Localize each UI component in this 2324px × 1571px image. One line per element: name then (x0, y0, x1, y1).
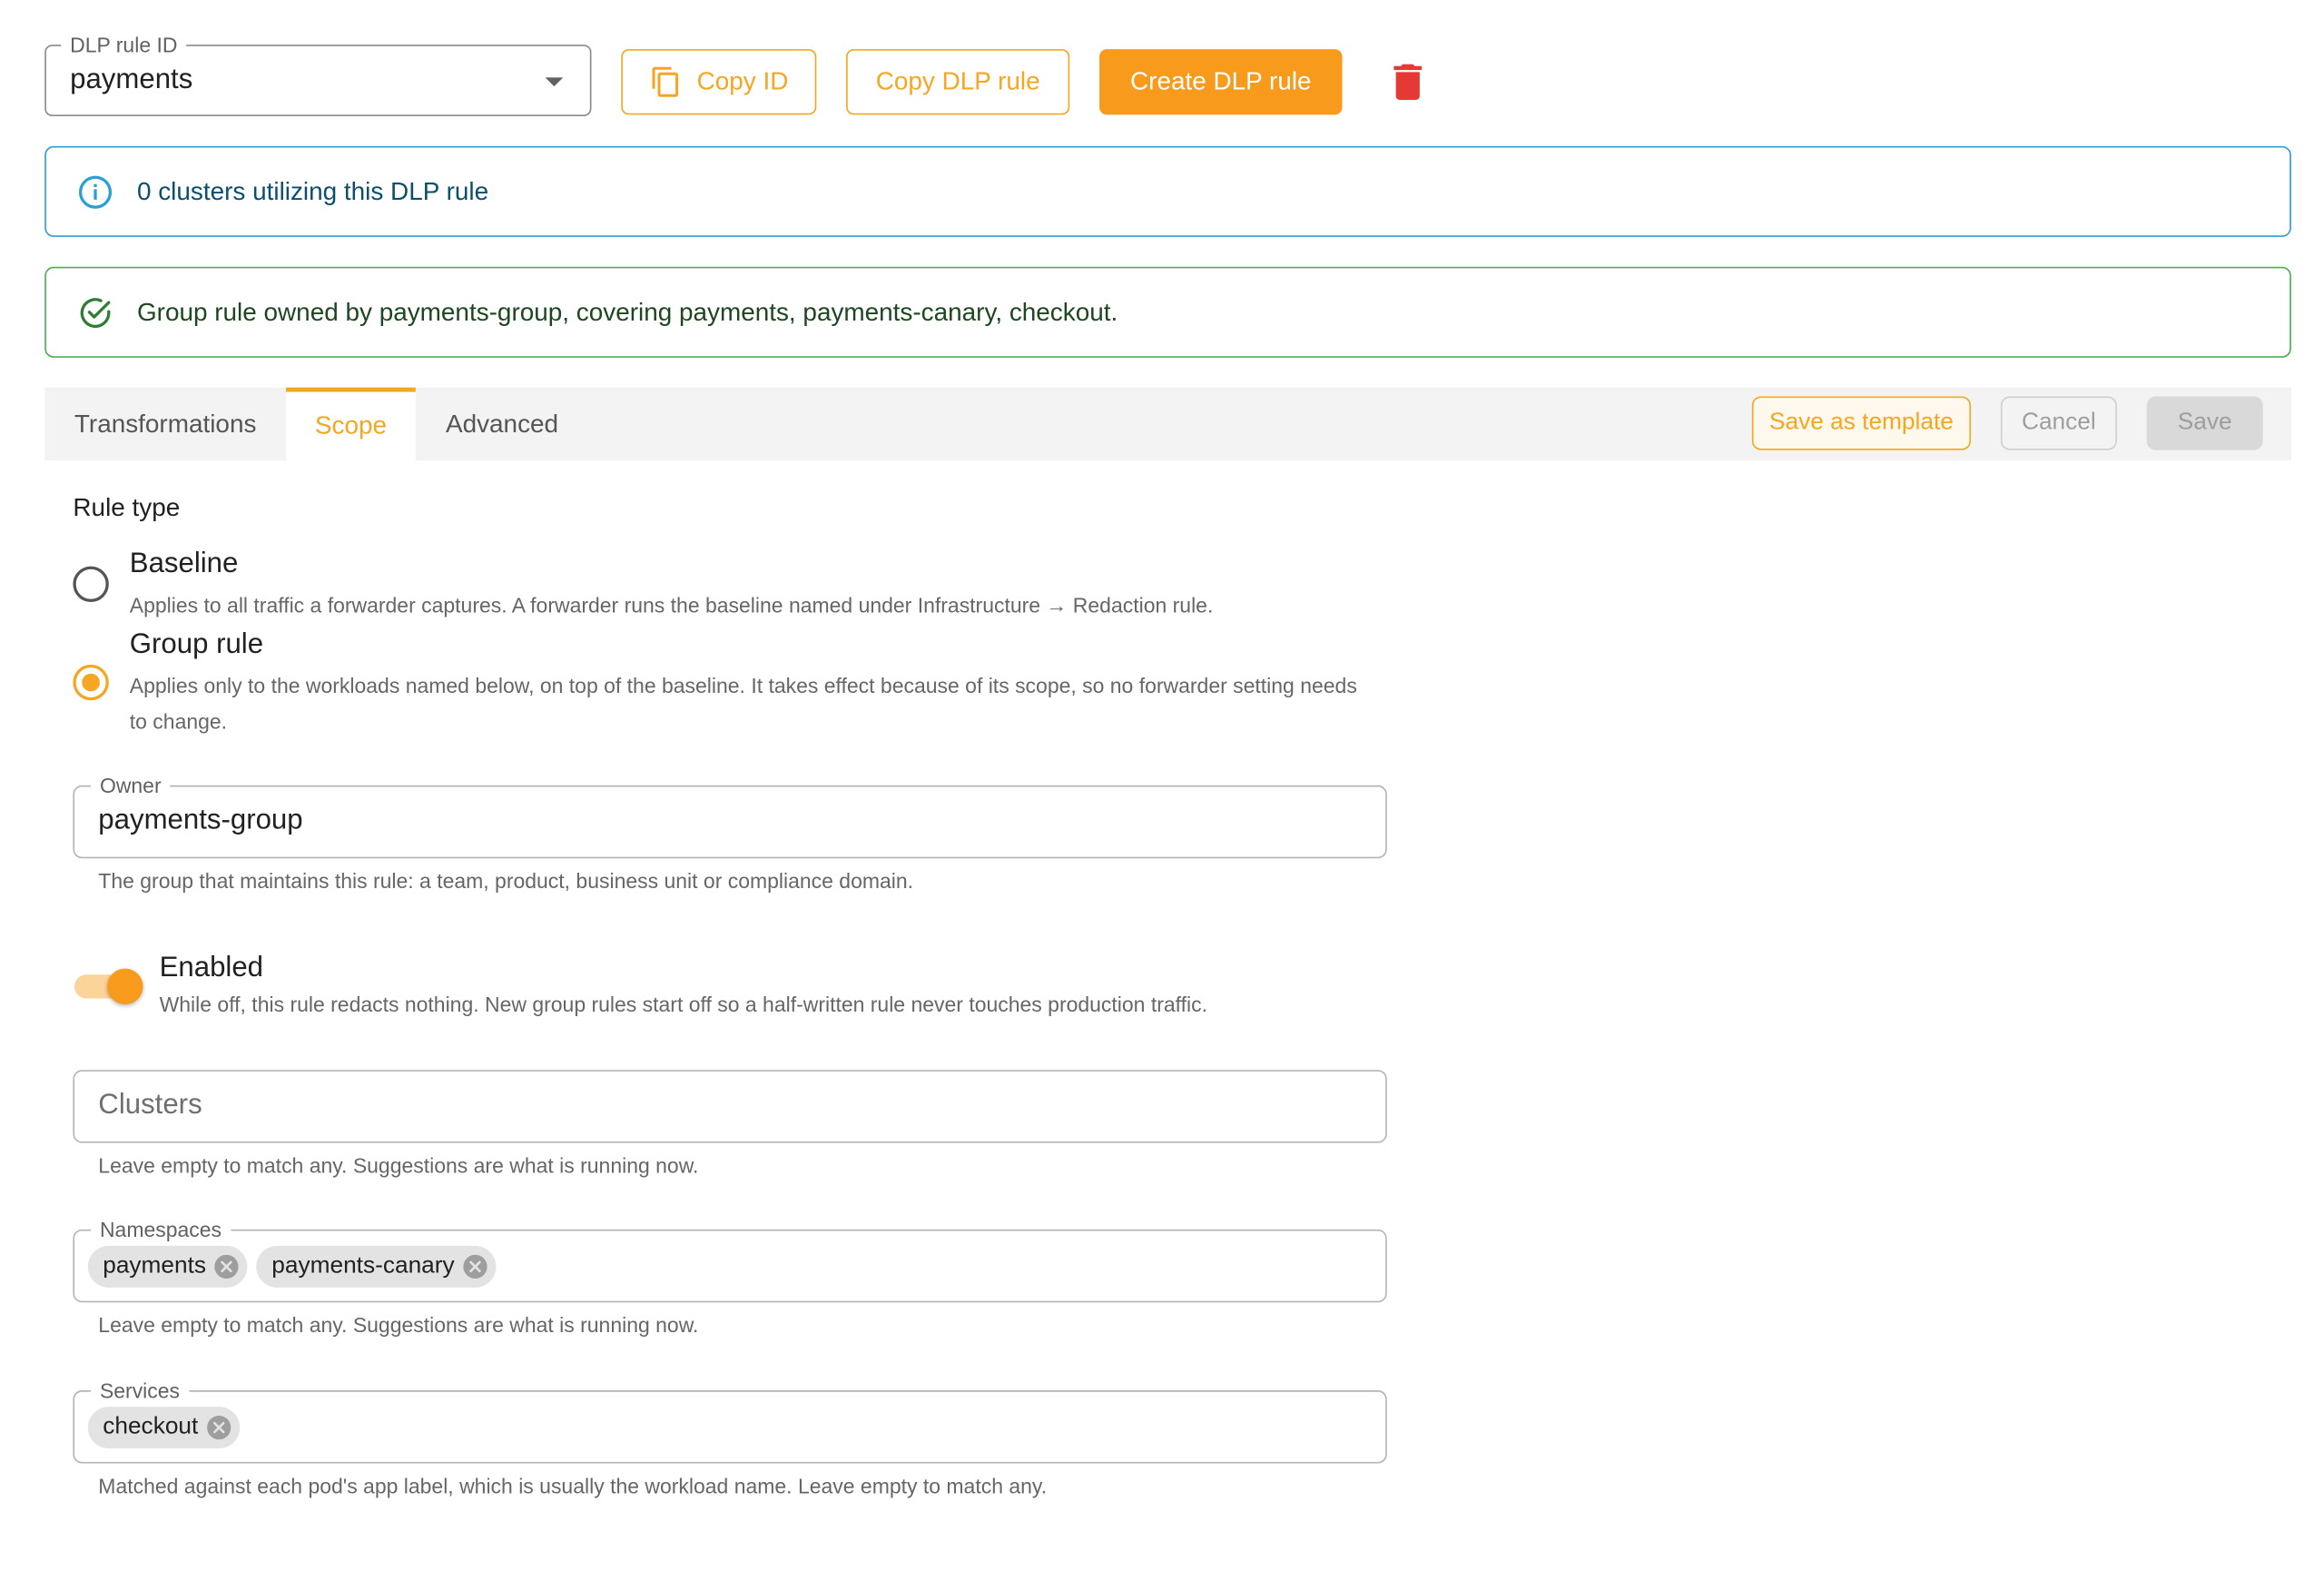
copy-id-button[interactable]: Copy ID (621, 49, 817, 115)
namespaces-label: Namespaces (91, 1217, 231, 1241)
rule-id-select[interactable]: DLP rule ID payments (44, 33, 592, 116)
chip-payments: payments (87, 1245, 249, 1288)
chip-label: payments (103, 1253, 207, 1279)
dlp-rule-page: DLP rule ID payments Copy ID Copy DLP ru… (0, 0, 2324, 1562)
chip-checkout: checkout (87, 1407, 241, 1449)
group-rule-title: Group rule (129, 628, 264, 660)
create-dlp-rule-button[interactable]: Create DLP rule (1099, 49, 1343, 115)
clusters-input[interactable]: Clusters (73, 1070, 1387, 1143)
group-rule-radio[interactable] (73, 664, 109, 701)
chip-label: checkout (103, 1414, 199, 1440)
close-circle-icon[interactable] (207, 1415, 231, 1440)
namespaces-chips: payments payments-canary (87, 1245, 506, 1288)
services-label: Services (91, 1378, 189, 1403)
tab-transformations[interactable]: Transformations (44, 388, 286, 460)
info-icon (78, 174, 113, 208)
success-alert: Group rule owned by payments-group, cove… (44, 266, 2291, 358)
owner-field[interactable]: Owner payments-group (73, 773, 1387, 859)
save-button[interactable]: Save (2146, 396, 2263, 450)
baseline-radio[interactable] (73, 566, 109, 602)
top-bar: DLP rule ID payments Copy ID Copy DLP ru… (44, 30, 1423, 116)
rule-id-label: DLP rule ID (61, 33, 187, 57)
copy-icon (652, 66, 678, 97)
close-circle-icon[interactable] (463, 1254, 487, 1279)
trash-icon[interactable] (1393, 64, 1423, 100)
cancel-button[interactable]: Cancel (2000, 396, 2117, 450)
info-alert: 0 clusters utilizing this DLP rule (44, 145, 2291, 237)
tab-bar: Transformations Scope Advanced Save as t… (44, 387, 2291, 461)
owner-label: Owner (91, 773, 171, 797)
namespaces-helper: Leave empty to match any. Suggestions ar… (98, 1312, 699, 1337)
clusters-helper: Leave empty to match any. Suggestions ar… (98, 1153, 699, 1178)
services-chips: checkout (87, 1407, 249, 1449)
enabled-label: Enabled (159, 952, 264, 984)
enabled-description: While off, this rule redacts nothing. Ne… (159, 992, 1207, 1017)
info-alert-text: 0 clusters utilizing this DLP rule (136, 176, 489, 205)
clusters-placeholder: Clusters (98, 1089, 202, 1121)
group-rule-description: Applies only to the workloads named belo… (129, 673, 1357, 734)
chip-payments-canary: payments-canary (256, 1245, 497, 1288)
chevron-down-icon (545, 77, 564, 87)
namespaces-input[interactable]: Namespaces payments payments-canary (73, 1217, 1387, 1303)
tab-advanced[interactable]: Advanced (420, 388, 585, 460)
rule-type-heading: Rule type (73, 493, 181, 522)
success-alert-text: Group rule owned by payments-group, cove… (136, 297, 1118, 326)
chip-label: payments-canary (271, 1253, 455, 1279)
owner-helper: The group that maintains this rule: a te… (98, 868, 914, 893)
check-circle-icon (80, 297, 111, 328)
tab-scope[interactable]: Scope (286, 387, 416, 461)
baseline-title: Baseline (129, 548, 239, 580)
toggle-thumb (107, 968, 143, 1005)
close-circle-icon[interactable] (214, 1254, 240, 1279)
copy-dlp-rule-label: Copy DLP rule (875, 66, 1040, 96)
baseline-description: Applies to all traffic a forwarder captu… (129, 593, 1214, 618)
enabled-toggle[interactable] (74, 965, 146, 1007)
create-dlp-rule-label: Create DLP rule (1130, 66, 1312, 96)
owner-value: payments-group (98, 805, 303, 836)
copy-dlp-rule-button[interactable]: Copy DLP rule (846, 49, 1070, 115)
services-helper: Matched against each pod's app label, wh… (98, 1473, 1048, 1498)
services-input[interactable]: Services checkout (73, 1378, 1387, 1464)
copy-id-label: Copy ID (696, 66, 789, 96)
save-as-template-button[interactable]: Save as template (1751, 396, 1972, 450)
rule-id-value: payments (70, 64, 193, 96)
